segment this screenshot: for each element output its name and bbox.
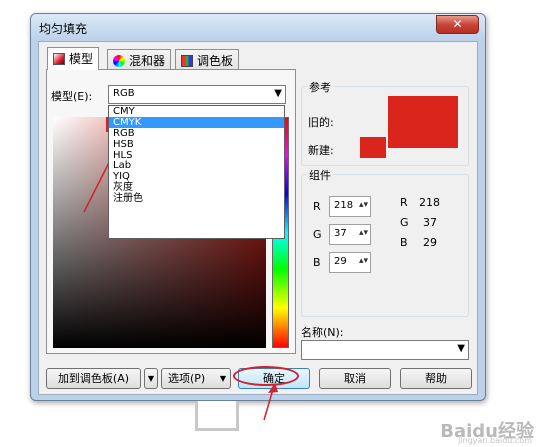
model-swatch-icon	[53, 53, 65, 65]
dropdown-option[interactable]: HSB	[109, 139, 284, 150]
dropdown-option[interactable]: YIQ	[109, 171, 284, 182]
dropdown-option[interactable]: 注册色	[109, 193, 284, 204]
background-window-fragment	[195, 401, 239, 431]
model-dropdown-list[interactable]: CMY CMYK RGB HSB HLS Lab YIQ 灰度 注册色	[108, 105, 285, 239]
arrow-head	[268, 383, 278, 393]
tab-model-label: 模型	[69, 52, 94, 66]
dropdown-option[interactable]: 灰度	[109, 182, 284, 193]
dropdown-option[interactable]: RGB	[109, 128, 284, 139]
tab-model[interactable]: 模型	[47, 47, 100, 70]
dropdown-option-selected[interactable]: CMYK	[109, 116, 284, 128]
dropdown-option[interactable]: CMY	[109, 106, 284, 117]
dropdown-option[interactable]: HLS	[109, 150, 284, 161]
watermark-sub: jingyan.baidu.com	[458, 436, 532, 445]
dropdown-option[interactable]: Lab	[109, 160, 284, 172]
